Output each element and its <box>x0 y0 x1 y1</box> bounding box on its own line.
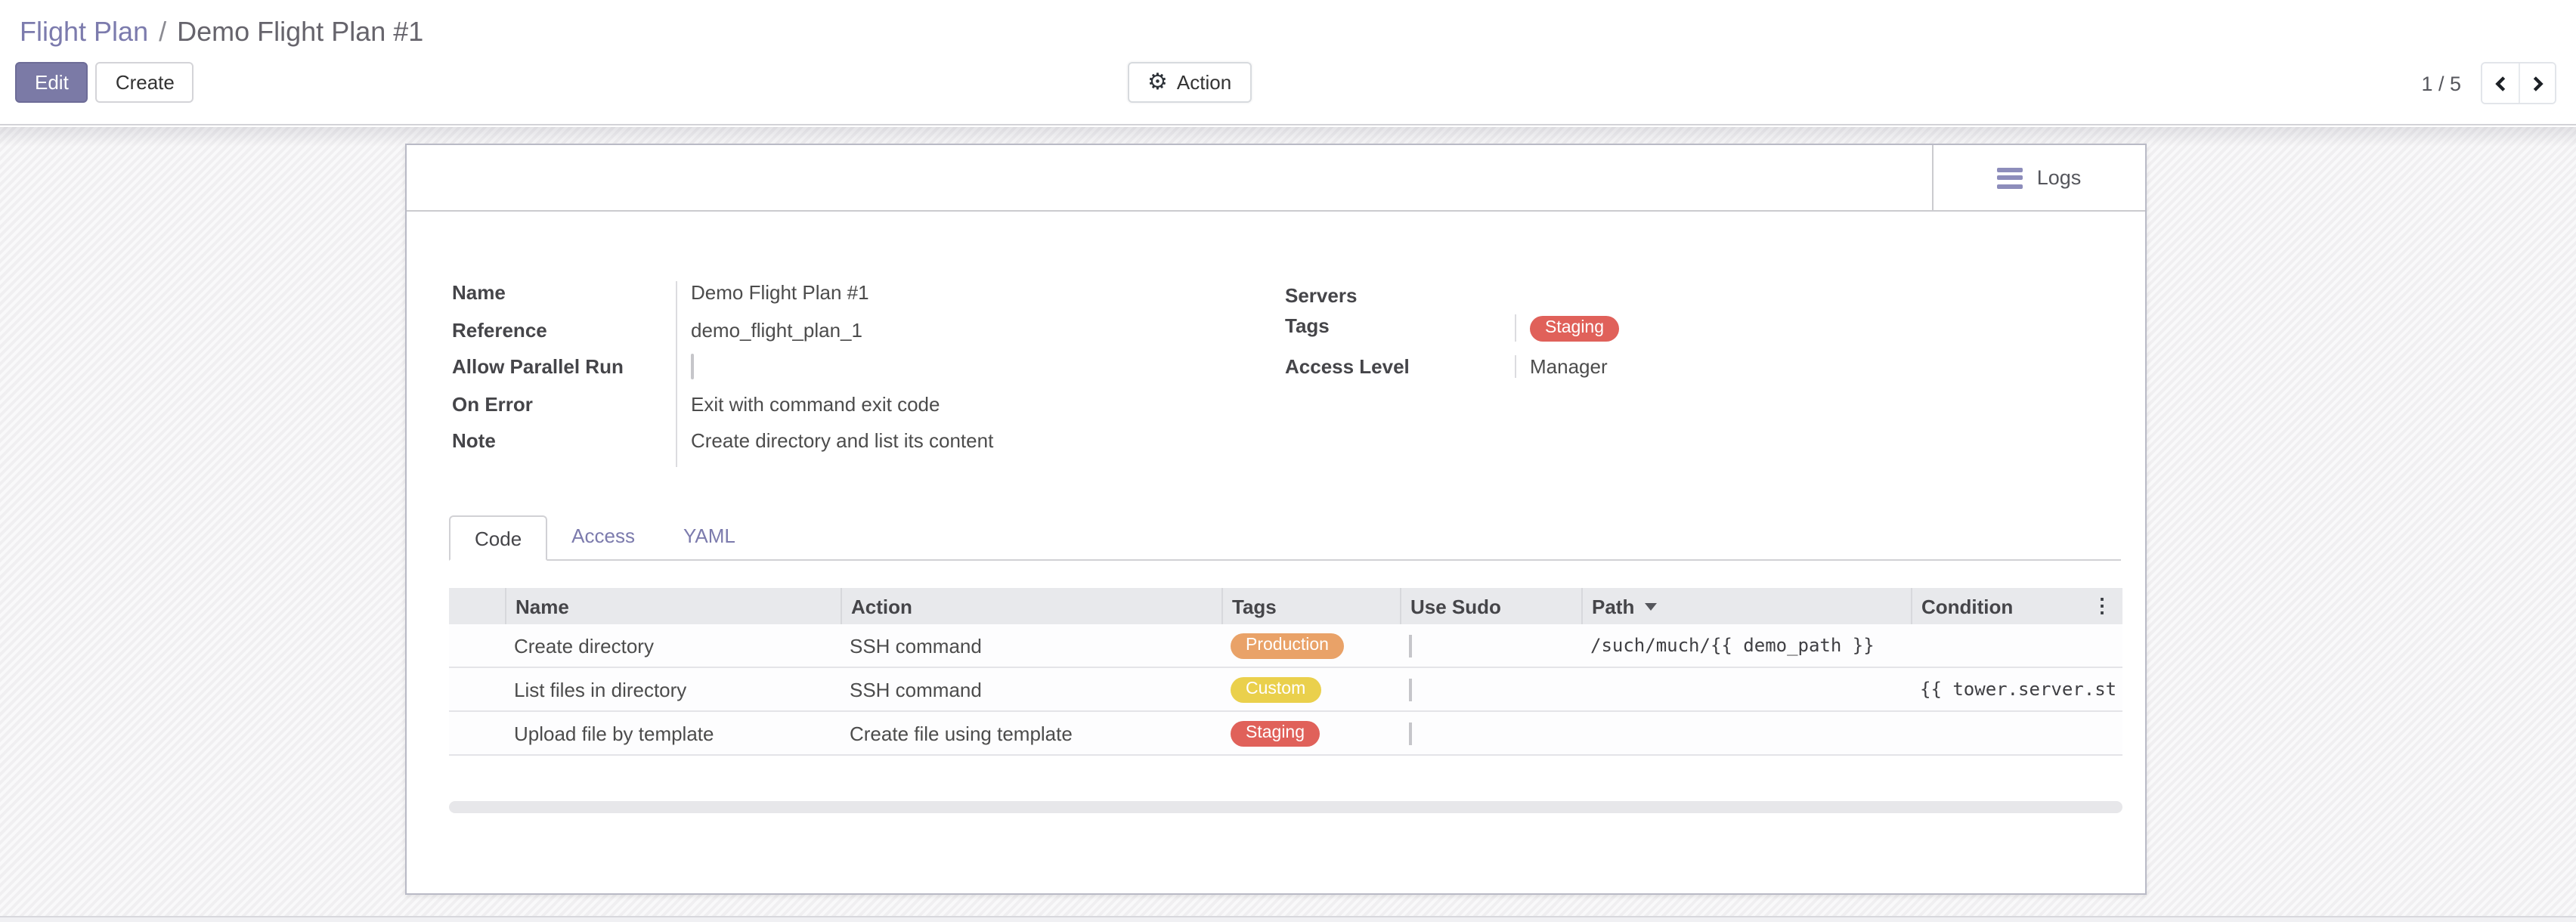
action-button[interactable]: ⚙ Action <box>1128 62 1251 103</box>
breadcrumb-current: Demo Flight Plan #1 <box>177 17 423 47</box>
tag-badge-custom: Custom <box>1231 677 1321 703</box>
use-sudo-checkbox[interactable] <box>1409 722 1412 744</box>
optional-columns-icon[interactable]: ⋮ <box>2092 588 2112 624</box>
hamburger-icon <box>1998 167 2023 188</box>
action-button-label: Action <box>1177 71 1231 94</box>
tag-badge-staging: Staging <box>1530 316 1619 342</box>
table-header-row: Name Action Tags Use Sudo Path Condition… <box>449 588 2122 624</box>
field-access-level-value: Manager <box>1515 355 1920 378</box>
logs-button-label: Logs <box>2037 166 2082 189</box>
field-reference-label: Reference <box>452 318 676 341</box>
horizontal-scrollbar[interactable] <box>449 801 2122 813</box>
field-on-error-value: Exit with command exit code <box>676 392 1102 429</box>
field-on-error: On Error Exit with command exit code <box>452 392 1102 429</box>
chevron-right-icon <box>2529 75 2546 91</box>
field-on-error-label: On Error <box>452 392 676 415</box>
field-note-value: Create directory and list its content <box>676 429 1102 466</box>
cell-action: SSH command <box>841 634 1221 657</box>
control-panel: Flight Plan / Demo Flight Plan #1 Edit Cre… <box>0 0 2576 125</box>
tag-badge-staging: Staging <box>1231 721 1320 747</box>
pager-previous-button[interactable] <box>2482 63 2519 103</box>
field-access-level-label: Access Level <box>1285 355 1515 378</box>
pager-value: 1 / 5 <box>2421 72 2461 94</box>
bottom-edge <box>0 916 2576 922</box>
field-group-left: Name Demo Flight Plan #1 Reference demo_… <box>452 281 1102 466</box>
column-header-tags[interactable]: Tags <box>1221 588 1400 624</box>
breadcrumb-separator: / <box>159 17 166 47</box>
app-root: Flight Plan / Demo Flight Plan #1 Edit Cre… <box>0 0 2576 922</box>
cell-condition: {{ tower.server.st <box>1911 679 2122 700</box>
sort-descending-icon <box>1645 602 1657 610</box>
field-tags-label: Tags <box>1285 314 1515 337</box>
card-button-box: Logs <box>407 145 2145 212</box>
tag-badge-production: Production <box>1231 633 1344 659</box>
field-note: Note Create directory and list its conte… <box>452 429 1102 466</box>
cell-path: /such/much/{{ demo_path }} <box>1581 635 1911 656</box>
table-row[interactable]: Upload file by template Create file usin… <box>449 712 2122 756</box>
gear-icon: ⚙ <box>1147 71 1168 94</box>
notebook-tabs: Code Access YAML <box>449 514 2121 561</box>
create-button[interactable]: Create <box>96 62 194 103</box>
field-tags: Tags Staging <box>1285 314 1920 355</box>
field-allow-parallel-run-label: Allow Parallel Run <box>452 355 676 378</box>
field-note-label: Note <box>452 429 676 452</box>
cell-action: Create file using template <box>841 722 1221 744</box>
tab-yaml[interactable]: YAML <box>659 514 760 559</box>
field-name-value: Demo Flight Plan #1 <box>676 281 1102 318</box>
breadcrumb: Flight Plan / Demo Flight Plan #1 <box>20 17 423 48</box>
allow-parallel-run-checkbox[interactable] <box>691 354 694 379</box>
cell-action: SSH command <box>841 678 1221 701</box>
use-sudo-checkbox[interactable] <box>1409 634 1412 657</box>
pager-next-button[interactable] <box>2519 63 2555 103</box>
field-reference-value: demo_flight_plan_1 <box>676 318 1102 355</box>
table-row[interactable]: Create directory SSH command Production … <box>449 624 2122 668</box>
chevron-left-icon <box>2492 75 2509 91</box>
cell-name: Create directory <box>505 634 841 657</box>
column-header-action[interactable]: Action <box>841 588 1221 624</box>
table-row[interactable]: List files in directory SSH command Cust… <box>449 668 2122 712</box>
content-area: Logs Name Demo Flight Plan #1 Reference … <box>0 127 2576 916</box>
field-reference: Reference demo_flight_plan_1 <box>452 318 1102 355</box>
pager: 1 / 5 <box>2421 62 2556 104</box>
edit-button[interactable]: Edit <box>15 62 88 103</box>
column-header-name[interactable]: Name <box>505 588 841 624</box>
cell-name: Upload file by template <box>505 722 841 744</box>
field-servers-label: Servers <box>1285 284 1515 307</box>
field-name: Name Demo Flight Plan #1 <box>452 281 1102 318</box>
logs-button[interactable]: Logs <box>1932 145 2145 210</box>
breadcrumb-parent-link[interactable]: Flight Plan <box>20 17 148 47</box>
field-allow-parallel-run: Allow Parallel Run <box>452 355 1102 392</box>
field-group-right: Servers Tags Staging Access Level Manage… <box>1285 284 1920 391</box>
column-header-path[interactable]: Path <box>1581 588 1911 624</box>
column-header-condition[interactable]: Condition <box>1911 588 2122 624</box>
field-name-label: Name <box>452 281 676 304</box>
tab-code[interactable]: Code <box>449 515 547 561</box>
flight-plan-lines-table: Name Action Tags Use Sudo Path Condition… <box>449 588 2122 756</box>
tab-access[interactable]: Access <box>547 514 659 559</box>
field-access-level: Access Level Manager <box>1285 355 1920 391</box>
field-servers: Servers <box>1285 284 1920 314</box>
column-header-handle <box>449 588 505 624</box>
form-card: Logs Name Demo Flight Plan #1 Reference … <box>405 144 2147 895</box>
column-header-use-sudo[interactable]: Use Sudo <box>1400 588 1581 624</box>
use-sudo-checkbox[interactable] <box>1409 678 1412 701</box>
cell-name: List files in directory <box>505 678 841 701</box>
